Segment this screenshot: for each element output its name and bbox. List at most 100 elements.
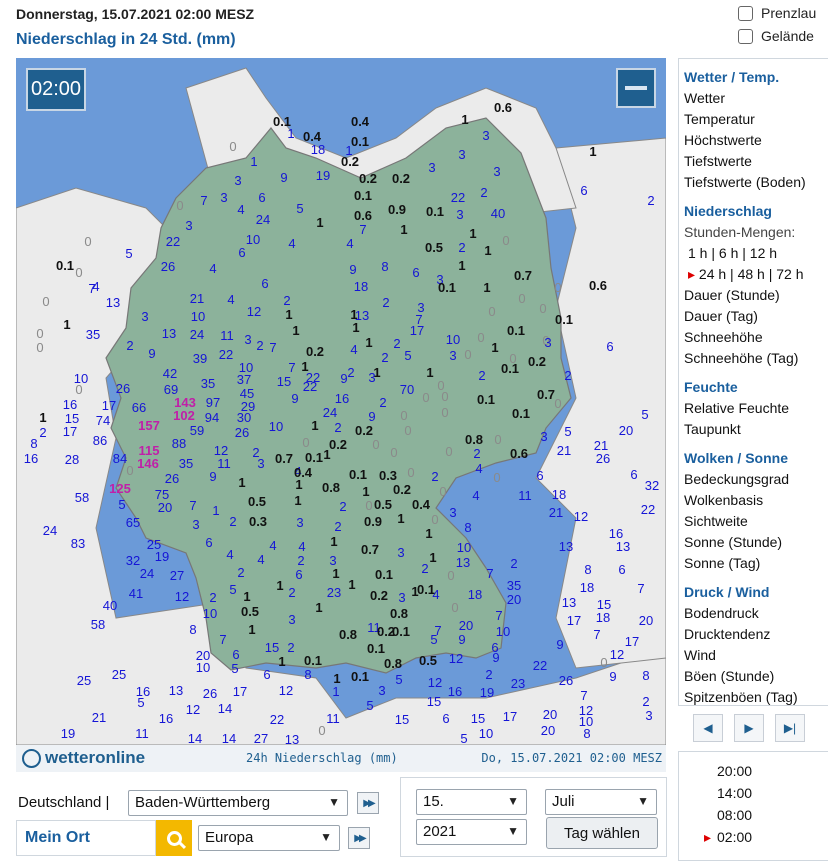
precip-value-label: 0 [390,445,398,460]
menu-item-sonne-stunde[interactable]: Sonne (Stunde) [684,532,828,553]
precip-value-label: 18 [579,580,595,595]
checkbox-gelaende[interactable]: Gelände [738,28,814,44]
precipitation-map[interactable]: 0.6 0.1 0.4 1 0 1 0.4 3 0.1 18 1 3 1 0.2 1 3 3 3 9 19 0.2 0.2… [16,58,666,745]
link-72h[interactable]: 72 h [776,266,803,282]
precip-value-label: 40 [490,206,506,221]
mein-ort-field[interactable]: Mein Ort [16,820,156,856]
menu-item-tiefstwerte[interactable]: Tiefstwerte [684,151,828,172]
menu-item-schneehoehe-tag[interactable]: Schneehöhe (Tag) [684,348,828,369]
precip-value-label: 86 [92,433,108,448]
previous-button[interactable]: ◀ [693,714,723,742]
wetteronline-logo[interactable]: wetteronline [22,748,145,768]
next-button[interactable]: ▶ [734,714,764,742]
menu-item-relative-feuchte[interactable]: Relative Feuchte [684,398,828,419]
time-item-0200[interactable]: 02:00 [679,826,828,848]
precip-value-label: 12 [278,683,294,698]
link-1h[interactable]: 1 h [688,245,707,261]
precip-value-label: 0.8 [338,627,358,642]
menu-item-taupunkt[interactable]: Taupunkt [684,419,828,440]
precip-value-label: 0.5 [418,653,438,668]
precip-value-label: 26 [558,673,574,688]
brand-name: wetteronline [45,748,146,767]
precip-value-label: 9 [556,637,564,652]
precip-value-label: 0.4 [350,114,370,129]
month-select[interactable]: Juli ▼ [545,789,657,815]
header-date: Donnerstag, 15.07.2021 02:00 MESZ [16,6,255,22]
menu-item-boeen-stunde[interactable]: Böen (Stunde) [684,666,828,687]
menu-item-tiefstwerte-boden[interactable]: Tiefstwerte (Boden) [684,172,828,193]
precip-value-label: 1 [362,484,370,499]
precip-value-label: 2 [283,293,291,308]
precip-value-label: 0 [302,435,310,450]
precip-value-label: 0 [445,444,453,459]
precip-value-label: 0 [494,432,502,447]
time-item-2000[interactable]: 20:00 [679,760,828,782]
minus-icon [625,86,647,90]
year-select[interactable]: 2021 ▼ [416,819,527,845]
menu-item-hoechstwerte[interactable]: Höchstwerte [684,130,828,151]
precip-value-label: 18 [353,279,369,294]
precip-value-label: 2 [334,519,342,534]
zoom-out-button[interactable] [616,68,656,108]
time-item-1400[interactable]: 14:00 [679,782,828,804]
precip-value-label: 20 [638,613,654,628]
state-go-button[interactable]: ▶▶ [357,792,379,814]
precip-value-label: 0.7 [536,387,556,402]
menu-item-sonne-tag[interactable]: Sonne (Tag) [684,553,828,574]
precip-value-label: 0 [600,655,608,670]
menu-item-wind[interactable]: Wind [684,645,828,666]
link-48h[interactable]: 48 h [738,266,765,282]
search-button[interactable] [156,820,192,856]
precip-value-label: 0.1 [425,204,445,219]
checkbox-gelaende-label: Gelände [761,28,814,44]
menu-item-bodendruck[interactable]: Bodendruck [684,603,828,624]
state-select[interactable]: Baden-Württemberg ▼ [128,790,348,816]
precip-value-label: 2 [126,338,134,353]
continent-select[interactable]: Europa ▼ [198,825,340,851]
precip-value-label: 23 [326,585,342,600]
menu-item-dauer-tag[interactable]: Dauer (Tag) [684,306,828,327]
menu-item-wetter[interactable]: Wetter [684,88,828,109]
menu-item-bedeckungsgrad[interactable]: Bedeckungsgrad [684,469,828,490]
menu-item-schneehoehe[interactable]: Schneehöhe [684,327,828,348]
precip-value-label: 3 [428,160,436,175]
precip-value-label: 97 [205,395,221,410]
precip-value-label: 0.8 [464,432,484,447]
precip-value-label: 14 [217,701,233,716]
precip-value-label: 1 [63,317,71,332]
map-timestamp: Do, 15.07.2021 02:00 MESZ [481,751,662,765]
precip-value-label: 7 [88,281,96,296]
link-12h[interactable]: 12 h [750,245,777,261]
link-24h[interactable]: 24 h [688,266,726,282]
map-caption: 24h Niederschlag (mm) [246,751,398,765]
checkbox-prenzlau[interactable]: Prenzlau [738,5,816,21]
precip-value-label: 11 [518,488,532,503]
precip-value-label: 3 [378,683,386,698]
precip-value-label: 1 [276,578,284,593]
precip-value-label: 1 [458,258,466,273]
menu-item-drucktendenz[interactable]: Drucktendenz [684,624,828,645]
precip-value-label: 6 [205,535,213,550]
precip-value-label: 6 [442,711,450,726]
precip-value-label: 8 [583,726,591,741]
menu-item-sichtweite[interactable]: Sichtweite [684,511,828,532]
precip-value-label: 3 [288,612,296,627]
menu-item-temperatur[interactable]: Temperatur [684,109,828,130]
menu-item-spitzenboeen-tag[interactable]: Spitzenböen (Tag) [684,687,828,708]
precip-value-label: 2 [379,395,387,410]
precip-value-label: 22 [450,190,466,205]
checkbox-box[interactable] [738,5,753,21]
checkbox-box[interactable] [738,28,753,44]
menu-item-dauer-stunde[interactable]: Dauer (Stunde) [684,285,828,306]
day-select[interactable]: 15. ▼ [416,789,527,815]
select-day-button[interactable]: Tag wählen [546,817,658,849]
link-6h[interactable]: 6 h [719,245,738,261]
precip-value-label: 0.1 [511,406,531,421]
precip-value-label: 35 [200,376,216,391]
precip-value-label: 4 [350,342,358,357]
year-select-value: 2021 [423,823,457,840]
last-button[interactable]: ▶| [775,714,805,742]
menu-item-wolkenbasis[interactable]: Wolkenbasis [684,490,828,511]
continent-go-button[interactable]: ▶▶ [348,827,370,849]
time-item-0800[interactable]: 08:00 [679,804,828,826]
